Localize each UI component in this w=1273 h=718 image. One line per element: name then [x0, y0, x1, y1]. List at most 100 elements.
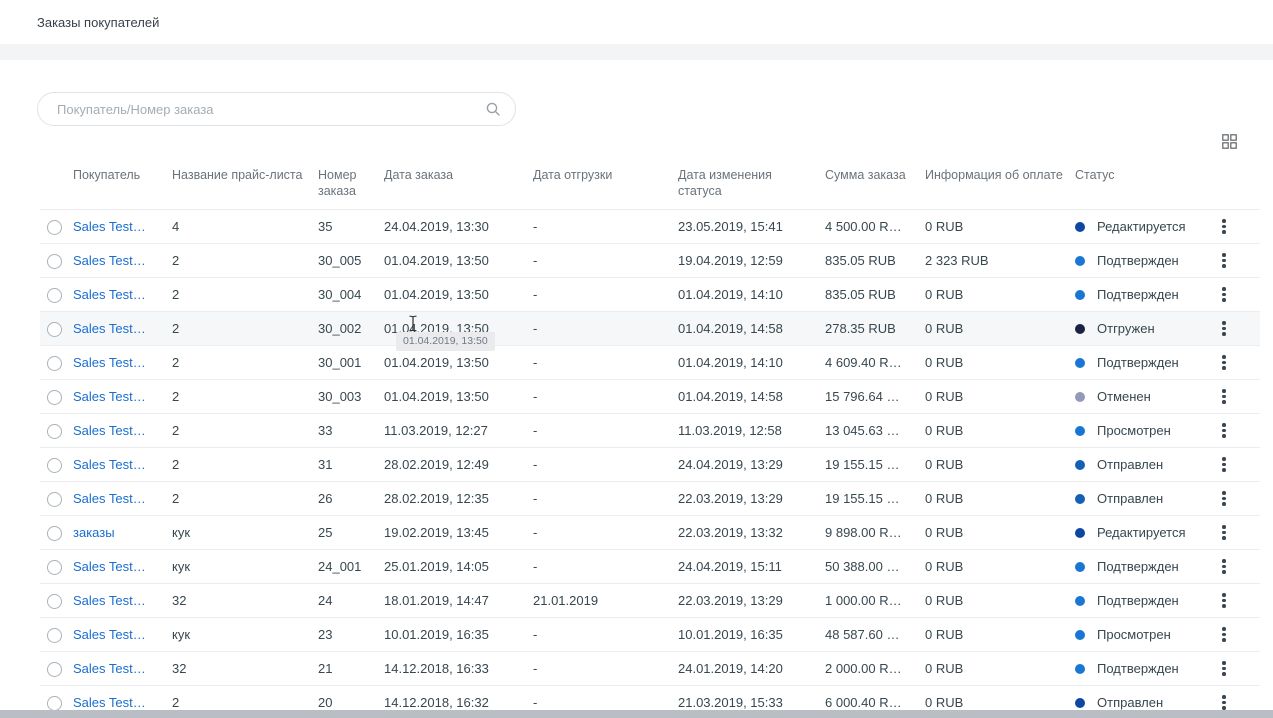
order-number-cell: 31 — [318, 447, 384, 482]
ship-date-cell: - — [533, 379, 678, 414]
status-dot — [1075, 358, 1085, 369]
payment-cell: 0 RUB — [925, 651, 1075, 686]
order-number-cell: 30_004 — [318, 277, 384, 312]
payment-cell: 0 RUB — [925, 617, 1075, 652]
row-checkbox[interactable] — [47, 389, 62, 405]
header-customer: Покупатель — [73, 154, 172, 210]
order-number-cell: 26 — [318, 481, 384, 516]
status-change-date-cell: 24.01.2019, 14:20 — [678, 651, 825, 686]
orders-page: Покупатель Название прайс-листа Номер за… — [0, 60, 1273, 718]
customer-link[interactable]: Sales Test… — [73, 627, 146, 642]
row-checkbox[interactable] — [47, 321, 62, 337]
row-checkbox[interactable] — [47, 525, 62, 541]
customer-link[interactable]: Sales Test… — [73, 593, 146, 608]
customer-link[interactable]: Sales Test… — [73, 253, 146, 268]
table-row: Sales Test… 2 30_002 01.04.2019, 13:50 -… — [40, 311, 1260, 346]
amount-cell: 2 000.00 R… — [825, 651, 925, 686]
table-row: Sales Test… 32 24 18.01.2019, 14:47 21.0… — [40, 583, 1260, 618]
payment-cell: 0 RUB — [925, 209, 1075, 244]
row-checkbox[interactable] — [47, 491, 62, 507]
status-dot — [1075, 494, 1085, 505]
status-dot — [1075, 222, 1085, 233]
status-dot — [1075, 460, 1085, 471]
customer-link[interactable]: Sales Test… — [73, 423, 146, 438]
row-checkbox[interactable] — [47, 695, 62, 711]
amount-cell: 835.05 RUB — [825, 243, 925, 278]
header-ship-date: Дата отгрузки — [533, 154, 678, 210]
search-input[interactable] — [57, 101, 485, 117]
customer-link[interactable]: Sales Test… — [73, 559, 146, 574]
customer-link[interactable]: Sales Test… — [73, 219, 146, 234]
status-dot — [1075, 256, 1085, 267]
customer-link[interactable]: Sales Test… — [73, 389, 146, 404]
ship-date-cell: - — [533, 311, 678, 346]
status-dot — [1075, 596, 1085, 607]
column-settings-icon[interactable] — [1220, 132, 1239, 151]
order-date-cell: 19.02.2019, 13:45 — [384, 515, 533, 550]
row-checkbox[interactable] — [47, 457, 62, 473]
row-checkbox[interactable] — [47, 219, 62, 235]
row-checkbox[interactable] — [47, 593, 62, 609]
horizontal-scrollbar-thumb[interactable] — [0, 710, 1273, 718]
price-list-cell: 4 — [172, 209, 318, 244]
price-list-cell: 2 — [172, 243, 318, 278]
status-change-date-cell: 01.04.2019, 14:58 — [678, 311, 825, 346]
kebab-menu-icon[interactable] — [1222, 249, 1234, 272]
orders-table: Покупатель Название прайс-листа Номер за… — [40, 154, 1260, 718]
header-checkbox-spacer — [40, 154, 73, 210]
row-checkbox[interactable] — [47, 287, 62, 303]
kebab-menu-icon[interactable] — [1222, 385, 1234, 408]
row-checkbox[interactable] — [47, 253, 62, 269]
amount-cell: 48 587.60 … — [825, 617, 925, 652]
kebab-menu-icon[interactable] — [1222, 419, 1234, 442]
ship-date-cell: - — [533, 549, 678, 584]
row-checkbox[interactable] — [47, 355, 62, 371]
price-list-cell: кук — [172, 549, 318, 584]
table-row: Sales Test… 2 30_004 01.04.2019, 13:50 -… — [40, 277, 1260, 312]
status-label: Просмотрен — [1097, 627, 1171, 643]
kebab-menu-icon[interactable] — [1222, 589, 1234, 612]
row-checkbox[interactable] — [47, 627, 62, 643]
ship-date-cell: - — [533, 481, 678, 516]
row-checkbox[interactable] — [47, 661, 62, 677]
header-amount: Сумма заказа — [825, 154, 925, 210]
amount-cell: 13 045.63 … — [825, 413, 925, 448]
payment-cell: 0 RUB — [925, 345, 1075, 380]
customer-link[interactable]: Sales Test… — [73, 491, 146, 506]
status-label: Подтвержден — [1097, 355, 1179, 371]
customer-link[interactable]: Sales Test… — [73, 287, 146, 302]
price-list-cell: 2 — [172, 413, 318, 448]
ship-date-cell: - — [533, 515, 678, 550]
status-label: Подтвержден — [1097, 661, 1179, 677]
kebab-menu-icon[interactable] — [1222, 657, 1234, 680]
payment-cell: 0 RUB — [925, 549, 1075, 584]
kebab-menu-icon[interactable] — [1222, 215, 1234, 238]
customer-link[interactable]: Sales Test… — [73, 321, 146, 336]
row-checkbox[interactable] — [47, 423, 62, 439]
kebab-menu-icon[interactable] — [1222, 351, 1234, 374]
customer-link[interactable]: Sales Test… — [73, 355, 146, 370]
customer-link[interactable]: Sales Test… — [73, 457, 146, 472]
customer-link[interactable]: заказы — [73, 525, 115, 540]
kebab-menu-icon[interactable] — [1222, 487, 1234, 510]
order-number-cell: 30_003 — [318, 379, 384, 414]
status-dot — [1075, 290, 1085, 301]
price-list-cell: 32 — [172, 583, 318, 618]
amount-cell: 4 609.40 R… — [825, 345, 925, 380]
kebab-menu-icon[interactable] — [1222, 283, 1234, 306]
ship-date-cell: - — [533, 651, 678, 686]
status-change-date-cell: 19.04.2019, 12:59 — [678, 243, 825, 278]
kebab-menu-icon[interactable] — [1222, 555, 1234, 578]
payment-cell: 0 RUB — [925, 481, 1075, 516]
customer-link[interactable]: Sales Test… — [73, 661, 146, 676]
row-checkbox[interactable] — [47, 559, 62, 575]
payment-cell: 0 RUB — [925, 515, 1075, 550]
kebab-menu-icon[interactable] — [1222, 521, 1234, 544]
order-date-cell: 11.03.2019, 12:27 — [384, 413, 533, 448]
amount-cell: 19 155.15 … — [825, 447, 925, 482]
kebab-menu-icon[interactable] — [1222, 317, 1234, 340]
customer-link[interactable]: Sales Test… — [73, 695, 146, 710]
kebab-menu-icon[interactable] — [1222, 453, 1234, 476]
table-row: Sales Test… 2 33 11.03.2019, 12:27 - 11.… — [40, 413, 1260, 448]
kebab-menu-icon[interactable] — [1222, 623, 1234, 646]
